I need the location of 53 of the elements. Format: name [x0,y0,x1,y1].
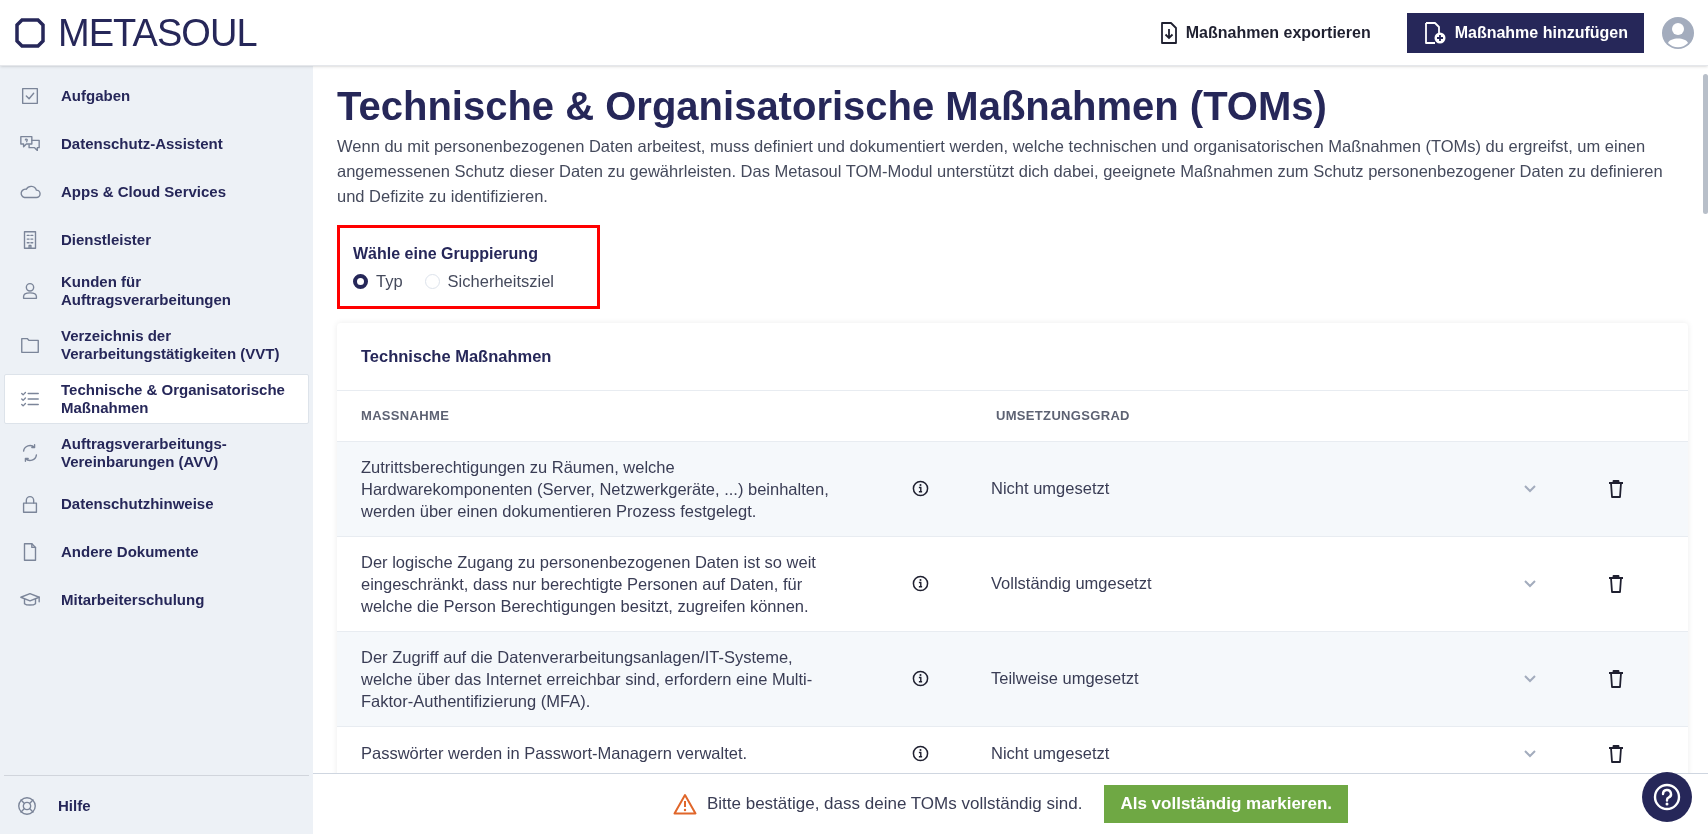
status-dropdown[interactable]: Nicht umgesetzt [983,740,1543,766]
status-dropdown[interactable]: Teilweise umgesetzt [983,666,1543,692]
page-description: Wenn du mit personenbezogenen Daten arbeitest, muss definiert und dokumentiert werden, welche technischen und organisatorischen Maßnahmen (TOMs) du ergreifst, um einen angemessenen Schutz dieser Daten zu gewährleisten. Das Metasoul TOM-Modul unterstützt dich dabei, geeignete Maßnahmen zum Schutz personenbezogener Daten zu definieren und Defizite zu identifizieren. [337,136,1664,207]
info-icon[interactable] [911,575,929,593]
trash-icon[interactable] [1607,574,1624,594]
chevron-down-icon [1523,484,1537,494]
status-dropdown[interactable]: Vollständig umgesetzt [983,571,1543,597]
trash-icon[interactable] [1607,743,1624,763]
measure-text: Der Zugriff auf die Datenverarbeitungsanlagen/IT-Systeme, welche über das Internet erreichbar sind, erfordern eine Multi-Faktor-Authentifizierung (MFA). [360,646,814,712]
page-title: Technische & Organisatorische Maßnahmen (TOMs) [337,83,1328,130]
sidebar-item[interactable]: Andere Dokumente [4,530,309,574]
add-document-icon [1422,20,1447,45]
lifebuoy-icon [16,795,38,817]
chevron-down-icon [1523,674,1537,684]
sidebar-item[interactable]: Technische & Organisatorische Maßnahmen [4,374,309,424]
status-dropdown[interactable]: Nicht umgesetzt [983,476,1543,502]
card-title: Technische Maßnahmen [337,322,1688,391]
sidebar-item[interactable]: Apps & Cloud Services [4,170,309,214]
sidebar-item[interactable]: Aufgaben [4,74,309,118]
measure-text: Der logische Zugang zu personenbezogenen Daten ist so weit eingeschränkt, dass nur berechtigte Personen auf Daten, für welche die Person Berechtigungen besitzt, zugreifen können. [360,551,817,617]
sidebar-item[interactable]: Kunden für Auftragsverarbeitungen [4,266,309,316]
column-header: MASSNAHME [360,407,451,425]
sidebar-item[interactable]: Auftragsverarbeitungs-Vereinbarungen (AVV) [4,428,309,478]
add-measure-button[interactable]: Maßnahme hinzufügen [1406,12,1644,53]
help-icon [1653,783,1681,811]
info-icon[interactable] [911,744,929,762]
radio-option[interactable]: Sicherheitsziel [424,269,554,294]
export-button[interactable]: Maßnahmen exportieren [1147,12,1383,53]
chevron-down-icon [1523,748,1537,758]
checkbox-icon [19,85,41,107]
sidebar-item[interactable]: Hilfe [0,778,313,834]
trash-icon[interactable] [1607,479,1624,499]
sidebar-item[interactable]: Verzeichnis der Verarbeitungstätigkeiten (VVT) [4,320,309,370]
trash-icon[interactable] [1607,669,1624,689]
logo-text: METASOUL [58,13,257,52]
measure-text: Zutrittsberechtigungen zu Räumen, welche Hardwarekomponenten (Server, Netzwerkgeräte, ...) beinhalten, werden über einen dokumentieren Prozess festgelegt. [360,456,830,522]
chevron-down-icon [1523,579,1537,589]
column-header: UMSETZUNGSGRAD [996,407,1130,425]
measure-text: Passwörter werden in Passwort-Managern verwaltet. [360,743,749,765]
download-document-icon [1159,21,1178,44]
warning-message: Bitte bestätige, dass deine TOMs vollständig sind. [706,793,1083,816]
radio-unselected[interactable] [424,273,440,289]
sidebar-item[interactable]: Datenschutzhinweise [4,482,309,526]
grouping-label: Wähle eine Gruppierung [353,244,539,264]
logo-icon [14,16,46,49]
warning-icon [672,793,697,815]
sidebar-item[interactable]: Datenschutz-Assistent [4,122,309,166]
sidebar-item[interactable]: Mitarbeiterschulung [4,578,309,622]
radio-option[interactable]: Typ [353,269,403,294]
info-icon[interactable] [911,670,929,688]
radio-selected[interactable] [353,273,368,289]
info-icon[interactable] [911,480,929,498]
sidebar-item[interactable]: Dienstleister [4,218,309,262]
